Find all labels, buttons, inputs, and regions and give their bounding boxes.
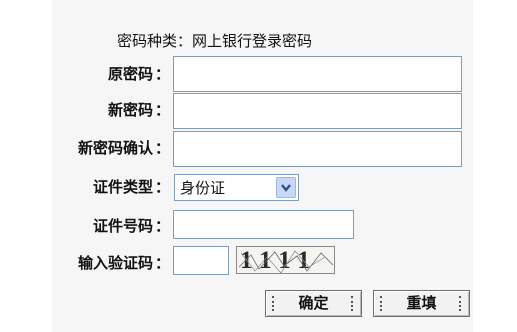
button-grip-left [272, 296, 276, 311]
confirm-button-label: 确定 [298, 294, 329, 312]
confirm-password-label: 新密码确认 [77, 139, 153, 157]
id-type-select[interactable]: 身份证 [174, 174, 299, 201]
captcha-input[interactable] [173, 246, 229, 275]
password-type-row: 密码种类：网上银行登录密码 [117, 31, 312, 51]
confirm-password-input[interactable] [173, 131, 462, 167]
captcha-image[interactable]: 1111 [236, 246, 335, 274]
id-type-label-group: 证件类型： [93, 177, 170, 197]
old-password-colon: ： [154, 65, 170, 83]
captcha-colon: ： [154, 254, 170, 272]
new-password-colon: ： [154, 101, 170, 119]
button-grip-right [459, 296, 463, 311]
id-number-input[interactable] [173, 210, 354, 239]
confirm-password-label-group: 新密码确认： [78, 138, 170, 158]
chevron-down-icon [281, 184, 291, 192]
old-password-input[interactable] [173, 56, 462, 92]
id-number-label-group: 证件号码： [93, 216, 170, 236]
password-type-label: 密码种类： [117, 32, 193, 50]
button-grip-right [351, 296, 355, 311]
id-number-label: 证件号码 [92, 217, 153, 235]
new-password-label-group: 新密码： [108, 100, 170, 120]
id-type-label: 证件类型 [92, 178, 153, 196]
reset-button-label: 重填 [406, 294, 437, 312]
new-password-input[interactable] [173, 93, 462, 129]
captcha-noise [238, 250, 334, 273]
confirm-button[interactable]: 确定 [265, 290, 362, 317]
reset-button[interactable]: 重填 [373, 290, 470, 317]
password-type-value: 网上银行登录密码 [192, 32, 313, 50]
id-type-selected-value: 身份证 [180, 179, 226, 197]
old-password-label-group: 原密码： [108, 64, 170, 84]
captcha-label-group: 输入验证码： [78, 253, 170, 273]
button-grip-left [380, 296, 384, 311]
new-password-label: 新密码 [107, 101, 153, 119]
select-arrow-button[interactable] [276, 177, 296, 198]
old-password-label: 原密码 [107, 65, 153, 83]
id-type-colon: ： [154, 178, 170, 196]
id-number-colon: ： [154, 217, 170, 235]
confirm-password-colon: ： [154, 139, 170, 157]
captcha-label: 输入验证码 [77, 254, 153, 272]
